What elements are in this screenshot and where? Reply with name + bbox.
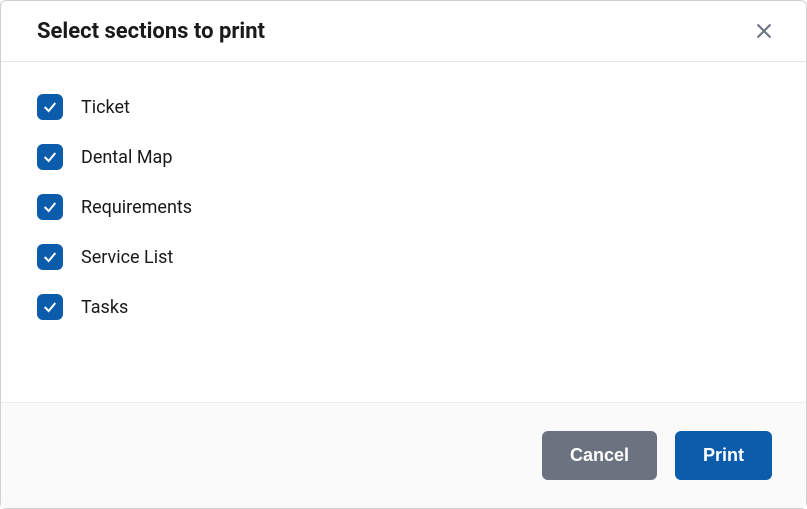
section-row-tasks: Tasks — [37, 294, 770, 320]
print-button[interactable]: Print — [675, 431, 772, 480]
checkbox-label-dental-map[interactable]: Dental Map — [81, 147, 172, 168]
checkbox-requirements[interactable] — [37, 194, 63, 220]
close-icon — [754, 21, 774, 41]
section-row-dental-map: Dental Map — [37, 144, 770, 170]
print-sections-modal: Select sections to print Ticket Dental M… — [0, 0, 807, 509]
checkmark-icon — [42, 149, 58, 165]
checkmark-icon — [42, 99, 58, 115]
checkbox-label-service-list[interactable]: Service List — [81, 247, 173, 268]
checkmark-icon — [42, 299, 58, 315]
checkbox-dental-map[interactable] — [37, 144, 63, 170]
checkmark-icon — [42, 249, 58, 265]
close-button[interactable] — [750, 17, 778, 45]
checkbox-label-tasks[interactable]: Tasks — [81, 297, 128, 318]
checkmark-icon — [42, 199, 58, 215]
checkbox-service-list[interactable] — [37, 244, 63, 270]
cancel-button[interactable]: Cancel — [542, 431, 657, 480]
modal-footer: Cancel Print — [1, 402, 806, 508]
section-row-service-list: Service List — [37, 244, 770, 270]
section-checkbox-list: Ticket Dental Map Requirements Service L… — [37, 94, 770, 320]
section-row-ticket: Ticket — [37, 94, 770, 120]
section-row-requirements: Requirements — [37, 194, 770, 220]
checkbox-label-requirements[interactable]: Requirements — [81, 197, 192, 218]
checkbox-label-ticket[interactable]: Ticket — [81, 97, 130, 118]
modal-title: Select sections to print — [37, 19, 265, 44]
checkbox-ticket[interactable] — [37, 94, 63, 120]
modal-header: Select sections to print — [1, 1, 806, 62]
modal-body: Ticket Dental Map Requirements Service L… — [1, 62, 806, 402]
checkbox-tasks[interactable] — [37, 294, 63, 320]
